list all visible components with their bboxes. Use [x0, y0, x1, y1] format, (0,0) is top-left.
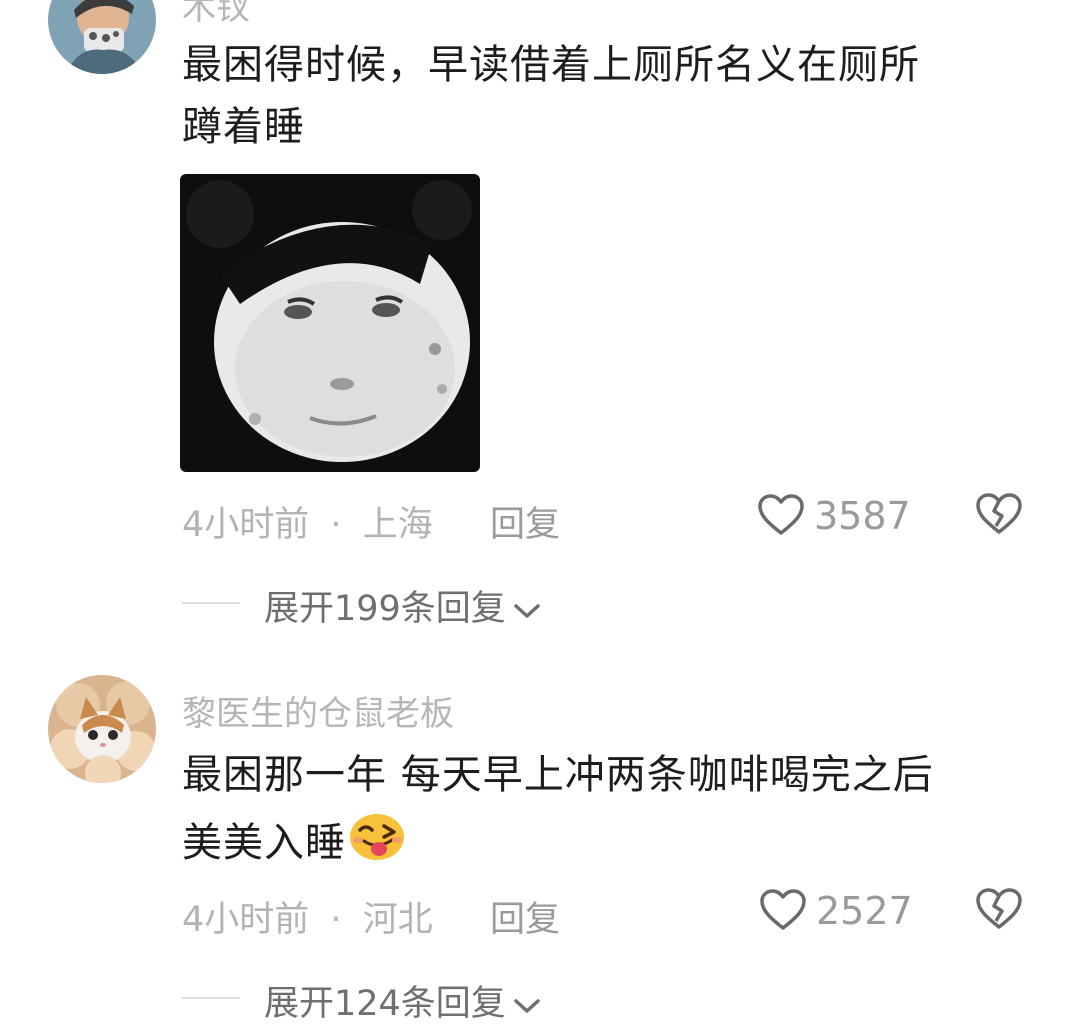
comment-text: 蹲着睡 — [182, 104, 305, 150]
reply-button[interactable]: 回复 — [490, 496, 560, 547]
comment-location: 上海 — [362, 505, 433, 545]
comment-location: 河北 — [362, 900, 433, 940]
reply-button[interactable]: 回复 — [490, 891, 560, 942]
username[interactable]: 木钗 — [182, 0, 250, 29]
avatar[interactable] — [48, 0, 156, 74]
username[interactable]: 黎医生的仓鼠老板 — [182, 686, 454, 735]
expand-replies-label: 展开124条回复 — [264, 984, 506, 1024]
winking-tongue-emoji — [348, 810, 406, 880]
expand-replies-label: 展开199条回复 — [264, 589, 506, 629]
comment-text: 最困那一年 每天早上冲两条咖啡喝完之后 — [182, 752, 934, 798]
heart-outline-icon[interactable] — [757, 493, 805, 537]
comment-text: 最困得时候，早读借着上厕所名义在厕所 — [182, 42, 920, 88]
comment-text-part: 美美入睡 — [182, 820, 346, 866]
divider — [182, 997, 240, 999]
chevron-down-icon — [512, 985, 542, 1025]
meme-image[interactable] — [180, 174, 480, 472]
comment-time: 4小时前 — [182, 900, 310, 940]
expand-replies-button[interactable]: 展开124条回复 — [264, 975, 542, 1026]
chevron-down-icon — [512, 590, 542, 630]
comment-time: 4小时前 — [182, 505, 310, 545]
divider — [182, 602, 240, 604]
meta-separator: · — [330, 505, 342, 545]
comment-text: 美美入睡 — [182, 810, 406, 880]
broken-heart-icon[interactable] — [975, 492, 1023, 536]
meta-separator: · — [330, 900, 342, 940]
heart-outline-icon[interactable] — [759, 888, 807, 932]
like-count: 2527 — [816, 889, 913, 933]
avatar[interactable] — [48, 675, 156, 783]
like-count: 3587 — [814, 494, 911, 538]
expand-replies-button[interactable]: 展开199条回复 — [264, 580, 542, 631]
broken-heart-icon[interactable] — [975, 887, 1023, 931]
